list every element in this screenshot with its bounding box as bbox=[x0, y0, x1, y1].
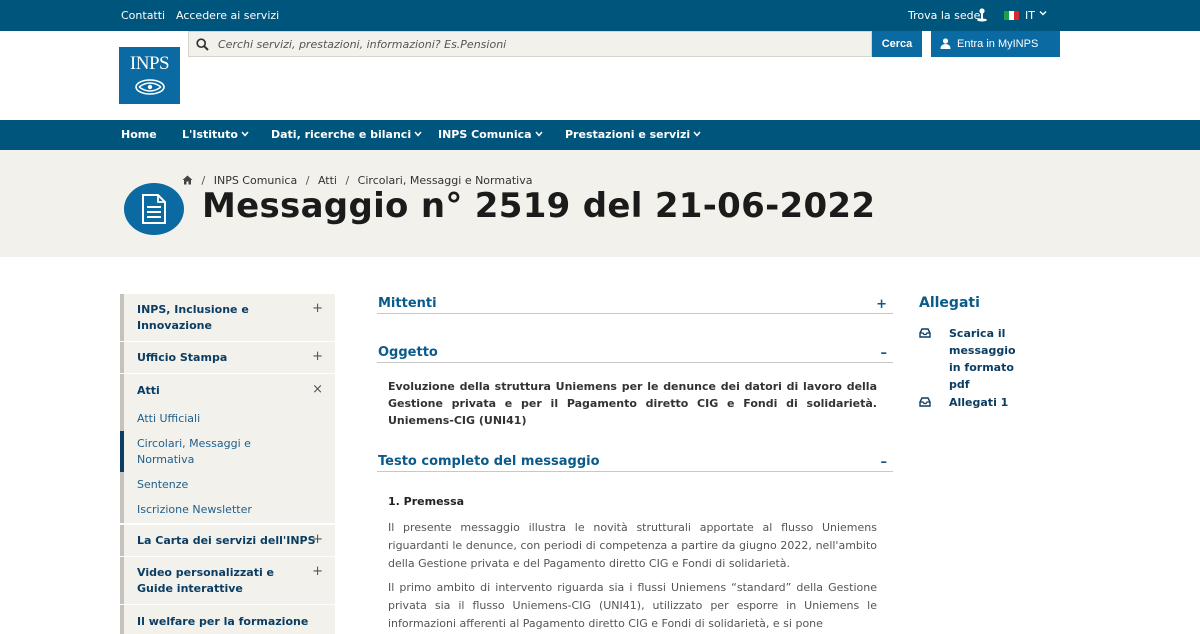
sidebar-subitem-label: Iscrizione Newsletter bbox=[137, 503, 252, 516]
sidebar-item-atti[interactable]: Atti × bbox=[120, 374, 335, 406]
sidebar-item-label: Ufficio Stampa bbox=[137, 351, 228, 364]
sidebar-item-label: Video personalizzati e Guide interattive bbox=[137, 566, 275, 595]
sidebar: INPS, Inclusione e Innovazione + Ufficio… bbox=[120, 294, 335, 634]
inps-logo[interactable]: INPS bbox=[119, 47, 180, 104]
user-icon bbox=[940, 38, 951, 49]
sidebar-item-video-guide[interactable]: Video personalizzati e Guide interattive… bbox=[120, 557, 335, 604]
login-button-label: Entra in MyINPS bbox=[957, 38, 1039, 50]
collapse-icon[interactable]: – bbox=[881, 455, 888, 470]
chevron-down-icon bbox=[241, 131, 249, 137]
accedere-servizi-link[interactable]: Accedere ai servizi bbox=[176, 9, 279, 22]
allegati-title: Allegati bbox=[919, 295, 980, 311]
search-button[interactable]: Cerca bbox=[872, 31, 922, 57]
chevron-down-icon bbox=[693, 131, 701, 137]
nav-item-home[interactable]: Home bbox=[121, 128, 157, 141]
nav-item-dati[interactable]: Dati, ricerche e bilanci bbox=[271, 128, 422, 141]
expand-icon[interactable]: + bbox=[876, 297, 887, 312]
nav-item-comunica[interactable]: INPS Comunica bbox=[438, 128, 543, 141]
nav-item-prestazioni[interactable]: Prestazioni e servizi bbox=[565, 128, 701, 141]
italy-flag-icon[interactable] bbox=[1004, 11, 1019, 20]
section-testo-completo[interactable]: Testo completo del messaggio – bbox=[377, 452, 893, 472]
inbox-icon bbox=[919, 328, 931, 338]
sidebar-subitem-circolari[interactable]: Circolari, Messaggi e Normativa bbox=[120, 431, 335, 472]
main-nav: Home L'Istituto Dati, ricerche e bilanci… bbox=[0, 120, 1200, 150]
plus-icon[interactable]: + bbox=[312, 349, 323, 364]
document-icon bbox=[142, 194, 166, 224]
sidebar-item-carta-servizi[interactable]: La Carta dei servizi dell'INPS + bbox=[120, 525, 335, 556]
sidebar-subitem-label: Circolari, Messaggi e Normativa bbox=[137, 437, 251, 466]
nav-item-label: Dati, ricerche e bilanci bbox=[271, 128, 412, 141]
sidebar-item-welfare-formazione[interactable]: Il welfare per la formazione bbox=[120, 605, 335, 634]
sidebar-item-label: Atti bbox=[137, 384, 160, 397]
map-pin-icon[interactable] bbox=[976, 8, 988, 22]
sidebar-subitem-label: Atti Ufficiali bbox=[137, 412, 201, 425]
section-title: Testo completo del messaggio bbox=[378, 454, 600, 469]
language-selector[interactable]: IT bbox=[1025, 9, 1035, 22]
content-paragraph: Il primo ambito di intervento riguarda s… bbox=[388, 581, 877, 630]
sidebar-item-label: INPS, Inclusione e Innovazione bbox=[137, 303, 249, 332]
page-hero: / INPS Comunica / Atti / Circolari, Mess… bbox=[0, 150, 1200, 257]
close-icon[interactable]: × bbox=[312, 382, 323, 397]
section-title: Oggetto bbox=[378, 345, 438, 360]
nav-item-label: INPS Comunica bbox=[438, 128, 532, 141]
document-badge bbox=[124, 183, 184, 235]
inbox-icon bbox=[919, 397, 931, 407]
chevron-down-icon bbox=[414, 131, 422, 137]
login-myinps-button[interactable]: Entra in MyINPS bbox=[931, 31, 1060, 57]
sidebar-item-label: Il welfare per la formazione bbox=[137, 615, 309, 628]
plus-icon[interactable]: + bbox=[312, 532, 323, 547]
sidebar-item-label: La Carta dei servizi dell'INPS bbox=[137, 534, 316, 547]
home-icon[interactable] bbox=[182, 175, 193, 185]
search-input[interactable] bbox=[218, 33, 858, 55]
sidebar-item-inps-inclusione[interactable]: INPS, Inclusione e Innovazione + bbox=[120, 294, 335, 341]
sidebar-subitem-sentenze[interactable]: Sentenze bbox=[120, 472, 335, 497]
top-bar: Contatti Accedere ai servizi Trova la se… bbox=[0, 0, 1200, 31]
nav-item-label: Prestazioni e servizi bbox=[565, 128, 691, 141]
sidebar-subitem-atti-ufficiali[interactable]: Atti Ufficiali bbox=[120, 406, 335, 431]
nav-item-label: Home bbox=[121, 128, 157, 141]
allegato-pdf-link[interactable]: Scarica il messaggio in formato pdf bbox=[949, 325, 1029, 393]
chevron-down-icon[interactable] bbox=[1039, 9, 1047, 17]
plus-icon[interactable]: + bbox=[312, 564, 323, 579]
sidebar-subitem-label: Sentenze bbox=[137, 478, 189, 491]
section-oggetto[interactable]: Oggetto – bbox=[377, 343, 893, 363]
logo-emblem-icon bbox=[135, 79, 165, 95]
allegati-1-link[interactable]: Allegati 1 bbox=[949, 394, 1029, 411]
sidebar-subitem-newsletter[interactable]: Iscrizione Newsletter bbox=[120, 497, 335, 523]
nav-item-label: L'Istituto bbox=[182, 128, 238, 141]
content-paragraph: Il presente messaggio illustra le novità… bbox=[388, 521, 877, 570]
content-heading: 1. Premessa bbox=[388, 495, 465, 508]
trova-sede-link[interactable]: Trova la sede bbox=[908, 9, 980, 22]
contatti-link[interactable]: Contatti bbox=[121, 9, 165, 22]
section-mittenti[interactable]: Mittenti + bbox=[377, 294, 893, 314]
sidebar-item-ufficio-stampa[interactable]: Ufficio Stampa + bbox=[120, 342, 335, 373]
oggetto-text: Evoluzione della struttura Uniemens per … bbox=[388, 380, 877, 427]
section-title: Mittenti bbox=[378, 296, 437, 311]
collapse-icon[interactable]: – bbox=[881, 346, 888, 361]
chevron-down-icon bbox=[535, 131, 543, 137]
search-icon bbox=[196, 38, 209, 51]
nav-item-istituto[interactable]: L'Istituto bbox=[182, 128, 249, 141]
page-title: Messaggio n° 2519 del 21-06-2022 bbox=[202, 186, 876, 226]
plus-icon[interactable]: + bbox=[312, 301, 323, 316]
logo-text: INPS bbox=[129, 53, 170, 74]
